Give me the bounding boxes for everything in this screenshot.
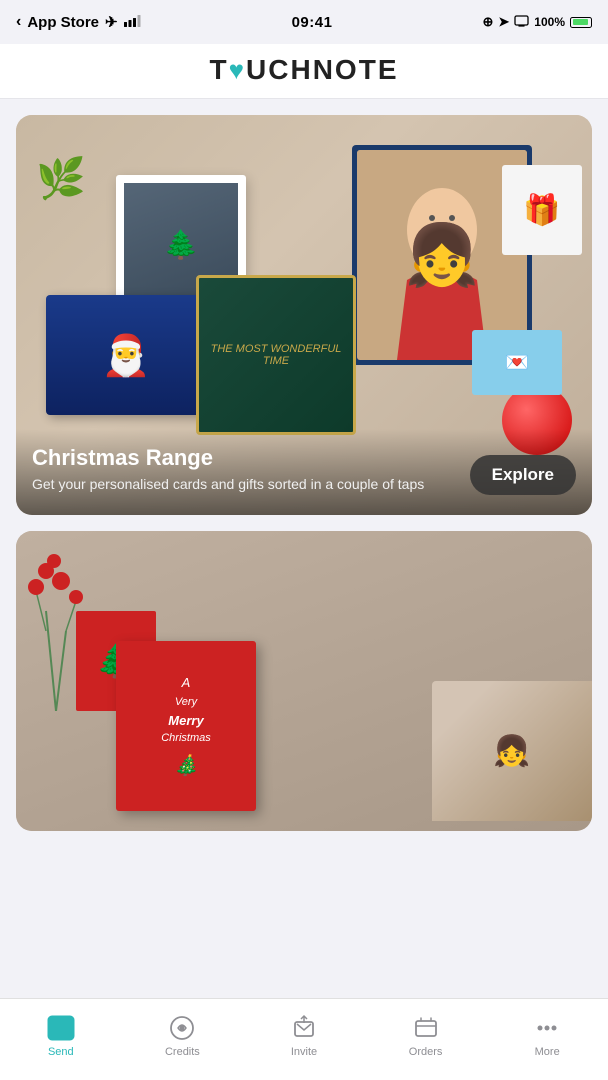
app-header: T♥UCHNOTE (0, 44, 608, 99)
christmas-cards-card: 🌲 A Very Merry Christmas 🎄 👧 (16, 531, 592, 831)
hero-image-christmas-cards: 🌲 A Very Merry Christmas 🎄 👧 (16, 531, 592, 831)
tab-bar: Send Credits Invite (0, 998, 608, 1080)
signal-icon (124, 14, 142, 31)
status-bar: ‹ App Store ✈ 09:41 ⊕ ➤ 100% (0, 0, 608, 44)
tab-more[interactable]: More (486, 999, 608, 1080)
invite-tab-label: Invite (291, 1046, 317, 1058)
scene-2: 🌲 A Very Merry Christmas 🎄 👧 (16, 531, 592, 831)
credits-tab-label: Credits (165, 1046, 200, 1058)
battery-percent-label: 100% (534, 15, 565, 29)
tab-send[interactable]: Send (0, 999, 122, 1080)
partial-photo: 👧 (432, 681, 592, 821)
christmas-card-santa: 🎅 (46, 295, 206, 415)
carrier-label: App Store (27, 14, 99, 31)
red-card-text: A Very Merry Christmas 🎄 (153, 663, 219, 789)
app-logo: T♥UCHNOTE (0, 54, 608, 86)
credits-tab-icon (168, 1014, 196, 1042)
square-photo-card: THE MOST WONDERFUL TIME (196, 275, 356, 435)
status-bar-right: ⊕ ➤ 100% (482, 14, 592, 30)
status-bar-left: ‹ App Store ✈ (16, 13, 142, 31)
red-greeting-card: A Very Merry Christmas 🎄 (116, 641, 256, 811)
tab-orders[interactable]: Orders (365, 999, 487, 1080)
airplane-icon: ✈ (105, 13, 118, 31)
location-icon: ⊕ (482, 14, 493, 30)
tab-credits[interactable]: Credits (122, 999, 244, 1080)
scroll-area: 🌿 🌲 (0, 99, 608, 997)
explore-button[interactable]: Explore (470, 455, 576, 495)
more-tab-label: More (535, 1046, 560, 1058)
christmas-range-card: 🌿 🌲 (16, 115, 592, 515)
navigation-icon: ➤ (498, 14, 509, 30)
back-arrow-icon: ‹ (16, 13, 21, 31)
orders-tab-label: Orders (409, 1046, 443, 1058)
logo-heart-icon: ♥ (229, 55, 246, 85)
tab-invite[interactable]: Invite (243, 999, 365, 1080)
gift-decoration: 🎁 (502, 165, 582, 255)
more-tab-icon (533, 1014, 561, 1042)
red-berries-decoration: 🌿 (36, 155, 86, 202)
battery-icon (570, 17, 592, 28)
orders-tab-icon (412, 1014, 440, 1042)
status-bar-time: 09:41 (292, 14, 333, 31)
small-card-blue: 💌 (472, 330, 562, 395)
send-tab-icon (47, 1014, 75, 1042)
screen-mirror-icon (514, 15, 529, 30)
send-tab-label: Send (48, 1046, 74, 1058)
invite-tab-icon (290, 1014, 318, 1042)
